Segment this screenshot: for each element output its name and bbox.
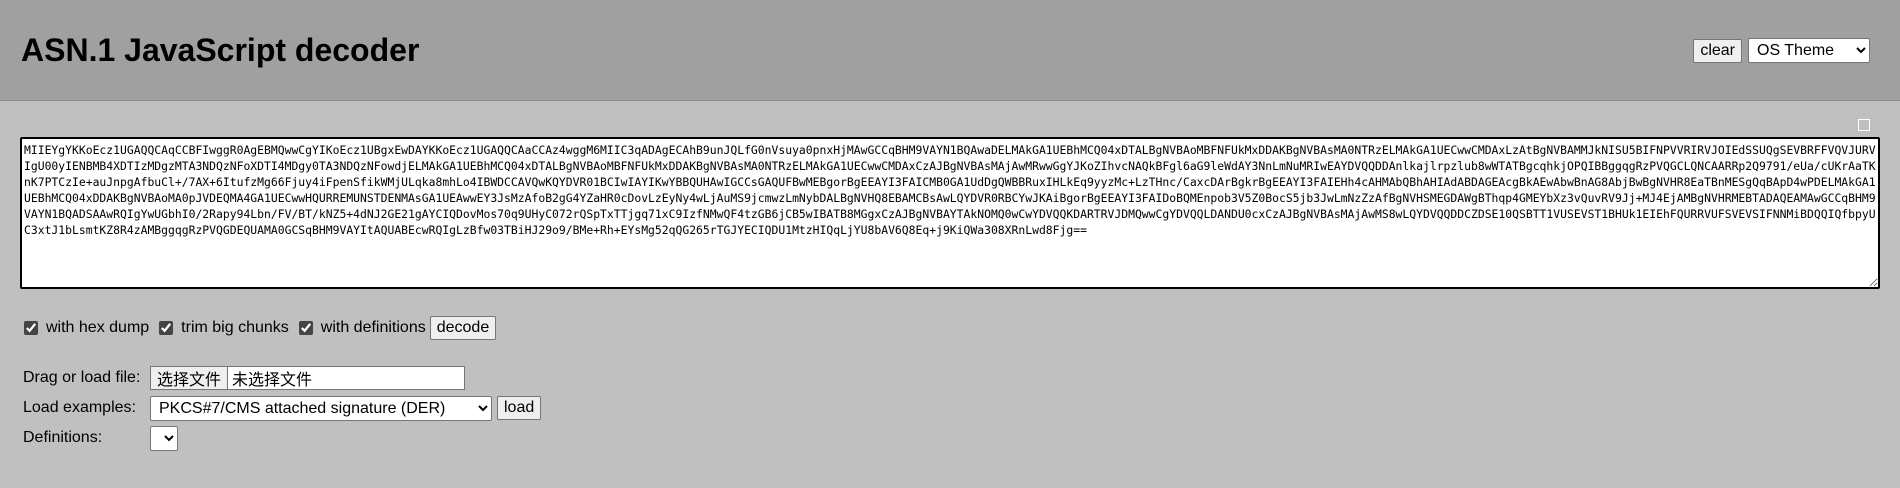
page-title: ASN.1 JavaScript decoder	[21, 32, 420, 68]
options-row: with hex dump trim big chunks with defin…	[22, 316, 497, 340]
trim-option[interactable]: trim big chunks	[157, 319, 289, 337]
examples-label: Load examples:	[23, 399, 136, 416]
theme-select[interactable]: OS Theme	[1748, 38, 1870, 63]
definitions-row: Definitions:	[23, 424, 541, 452]
definitions-label: Definitions:	[23, 429, 103, 446]
hex-dump-option[interactable]: with hex dump	[22, 319, 149, 337]
file-label: Drag or load file:	[23, 369, 141, 386]
header-controls: clear OS Theme	[1693, 38, 1870, 63]
file-input[interactable]: 选择文件 未选择文件	[150, 366, 465, 390]
examples-row: Load examples: PKCS#7/CMS attached signa…	[23, 394, 542, 422]
trim-label: trim big chunks	[181, 319, 289, 336]
choose-file-button[interactable]: 选择文件	[151, 367, 229, 389]
clear-button[interactable]: clear	[1693, 38, 1742, 63]
hex-dump-checkbox[interactable]	[24, 321, 38, 335]
load-button[interactable]: load	[497, 396, 542, 420]
area-toggle-icon[interactable]	[1858, 119, 1870, 131]
hex-dump-label: with hex dump	[46, 319, 150, 336]
decode-button[interactable]: decode	[429, 316, 497, 340]
trim-checkbox[interactable]	[159, 321, 174, 335]
asn-input-textarea[interactable]: MIIEYgYKKoEcz1UGAQQCAqCCBFIwggR0AgEBMQww…	[20, 137, 1880, 289]
file-row: Drag or load file: 选择文件 未选择文件	[23, 364, 541, 392]
form-rows: Drag or load file: 选择文件 未选择文件 Load examp…	[23, 364, 542, 454]
definitions-option-label: with definitions	[320, 319, 426, 336]
definitions-checkbox[interactable]	[298, 321, 313, 335]
file-status: 未选择文件	[232, 372, 313, 389]
definitions-select[interactable]	[150, 425, 178, 451]
definitions-option[interactable]: with definitions	[297, 319, 426, 337]
page-header: ASN.1 JavaScript decoder clear OS Theme	[0, 0, 1900, 101]
examples-select[interactable]: PKCS#7/CMS attached signature (DER)	[150, 395, 492, 421]
